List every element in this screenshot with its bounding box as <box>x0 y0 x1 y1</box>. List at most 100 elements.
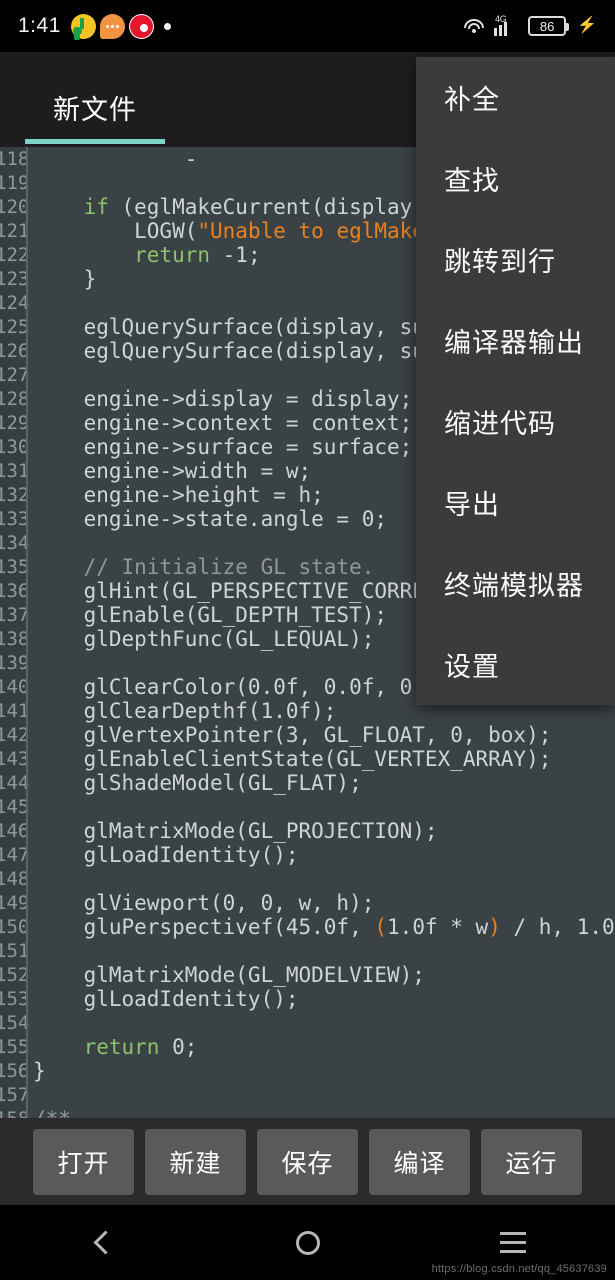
phone-screen: 1:41 4G 86 ⚡ 新文件 118 119 120 121 122 123 124 12… <box>0 0 615 1280</box>
line-number: 151 <box>0 940 30 962</box>
code-token: glLoadIdentity(); <box>33 987 299 1011</box>
menu-item[interactable]: 终端模拟器 <box>416 543 615 624</box>
line-number: 126 <box>0 340 30 362</box>
code-token: engine->surface = surface; <box>33 435 413 459</box>
qq-music-icon <box>70 13 96 39</box>
code-line: gluPerspectivef(45.0f, (1.0f * w) / h, 1… <box>33 915 615 939</box>
line-number: 138 <box>0 628 30 650</box>
wifi-icon <box>463 18 485 35</box>
code-line: /** <box>33 1107 615 1118</box>
code-token: engine->height = h; <box>33 483 324 507</box>
menu-item-label: 终端模拟器 <box>444 571 584 601</box>
menu-item-label: 设置 <box>444 652 500 682</box>
code-token: engine->state.angle = 0; <box>33 507 388 531</box>
menu-item[interactable]: 缩进代码 <box>416 381 615 462</box>
line-number: 124 <box>0 292 30 314</box>
menu-item[interactable]: 跳转到行 <box>416 219 615 300</box>
code-line: glEnableClientState(GL_VERTEX_ARRAY); <box>33 747 615 771</box>
code-token: glHint(GL_PERSPECTIVE_CORREC <box>33 579 438 603</box>
menu-item[interactable]: 设置 <box>416 624 615 705</box>
signal-icon: 4G <box>494 14 519 36</box>
code-token: 0; <box>159 1035 198 1059</box>
line-number: 145 <box>0 796 30 818</box>
menu-item-label: 导出 <box>444 490 500 520</box>
code-token: LOGW( <box>33 219 198 243</box>
code-line: glViewport(0, 0, w, h); <box>33 891 615 915</box>
menu-item[interactable]: 补全 <box>416 57 615 138</box>
code-token: glEnable(GL_DEPTH_TEST); <box>33 603 388 627</box>
line-number: 152 <box>0 964 30 986</box>
code-token: -1; <box>210 243 261 267</box>
line-number: 123 <box>0 268 30 290</box>
line-number: 143 <box>0 748 30 770</box>
recents-icon <box>499 1232 526 1253</box>
line-number: 122 <box>0 244 30 266</box>
menu-item-label: 查找 <box>444 166 500 196</box>
status-bar: 1:41 4G 86 ⚡ <box>0 0 615 52</box>
line-number: 147 <box>0 844 30 866</box>
code-token: glDepthFunc(GL_LEQUAL); <box>33 627 375 651</box>
menu-item[interactable]: 导出 <box>416 462 615 543</box>
menu-item-label: 补全 <box>444 85 500 115</box>
chat-bubble-icon <box>99 13 125 39</box>
code-line: glShadeModel(GL_FLAT); <box>33 771 615 795</box>
line-number: 153 <box>0 988 30 1010</box>
code-token: eglQuerySurface(display, sur <box>33 315 438 339</box>
line-number: 142 <box>0 724 30 746</box>
line-number: 128 <box>0 388 30 410</box>
line-number: 118 <box>0 148 30 170</box>
code-token: eglQuerySurface(display, sur <box>33 339 438 363</box>
code-token: glShadeModel(GL_FLAT); <box>33 771 362 795</box>
line-number: 129 <box>0 412 30 434</box>
menu-item[interactable]: 编译器输出 <box>416 300 615 381</box>
code-token: glMatrixMode(GL_PROJECTION); <box>33 819 438 843</box>
weibo-icon <box>128 13 154 39</box>
line-number: 133 <box>0 508 30 530</box>
toolbar-button[interactable]: 运行 <box>481 1128 582 1195</box>
overflow-menu[interactable]: 补全查找跳转到行编译器输出缩进代码导出终端模拟器设置 <box>416 57 615 705</box>
toolbar-button[interactable]: 新建 <box>145 1128 246 1195</box>
code-line: return 0; <box>33 1035 615 1059</box>
code-token: glClearColor(0.0f, 0.0f, 0.0 <box>33 675 438 699</box>
line-number: 156 <box>0 1060 30 1082</box>
toolbar-button[interactable]: 打开 <box>33 1128 134 1195</box>
code-line: glLoadIdentity(); <box>33 843 615 867</box>
code-token: } <box>33 267 97 291</box>
code-token: } <box>33 1059 46 1083</box>
bottom-toolbar: 打开 新建 保存 编译 运行 <box>0 1118 615 1205</box>
code-line: glLoadIdentity(); <box>33 987 615 1011</box>
nav-home-button[interactable] <box>205 1205 410 1280</box>
code-token: glClearDepthf(1.0f); <box>33 699 337 723</box>
line-number: 140 <box>0 676 30 698</box>
code-token: glMatrixMode(GL_MODELVIEW); <box>33 963 425 987</box>
code-token: glLoadIdentity(); <box>33 843 299 867</box>
nav-back-button[interactable] <box>0 1205 205 1280</box>
code-token: engine->display = display; <box>33 387 413 411</box>
code-token: 1.0f * w <box>387 915 489 939</box>
code-token: if <box>83 195 109 219</box>
status-bar-system-icons: 4G 86 ⚡ <box>463 14 597 36</box>
menu-item-label: 编译器输出 <box>444 328 584 358</box>
code-token: glEnableClientState(GL_VERTEX_ARRAY); <box>33 747 552 771</box>
toolbar-button[interactable]: 保存 <box>257 1128 358 1195</box>
status-bar-notification-icons <box>70 13 171 39</box>
code-token: glViewport(0, 0, w, h); <box>33 891 375 915</box>
system-navigation-bar: https://blog.csdn.net/qq_45637639 <box>0 1205 615 1280</box>
code-token: /** <box>33 1107 71 1118</box>
charging-bolt-icon: ⚡ <box>577 17 597 34</box>
code-token: / h, 1.0f <box>500 915 615 939</box>
line-number: 154 <box>0 1012 30 1034</box>
toolbar-button[interactable]: 编译 <box>369 1128 470 1195</box>
menu-item[interactable]: 查找 <box>416 138 615 219</box>
status-bar-clock: 1:41 <box>18 14 61 37</box>
gutter-divider <box>26 147 28 1118</box>
tab-new-file[interactable]: 新文件 <box>25 72 165 147</box>
line-number: 127 <box>0 364 30 386</box>
tab-label: 新文件 <box>53 95 137 125</box>
line-number: 146 <box>0 820 30 842</box>
code-token: glVertexPointer(3, GL_FLOAT, 0, box); <box>33 723 552 747</box>
